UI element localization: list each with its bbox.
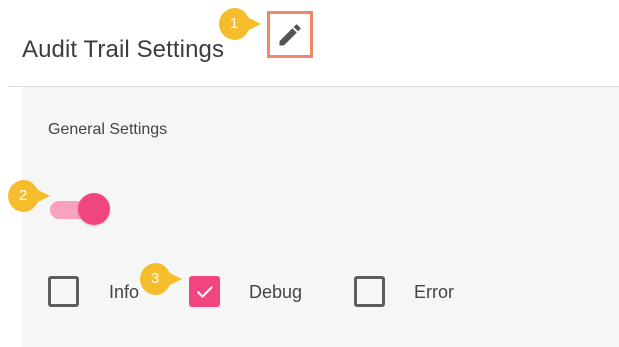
header: Audit Trail Settings (0, 0, 619, 86)
error-label[interactable]: Error (414, 282, 454, 303)
page-title: Audit Trail Settings (22, 36, 225, 63)
callout-marker-1: 1 (218, 7, 262, 41)
callout-marker-3: 3 (139, 262, 183, 296)
callout-number: 3 (150, 270, 160, 287)
info-label[interactable]: Info (109, 282, 139, 303)
section-title: General Settings (48, 121, 168, 138)
debug-label[interactable]: Debug (249, 282, 302, 303)
general-settings-panel: General Settings Info Debug Error (22, 87, 619, 347)
callout-number: 1 (229, 15, 239, 32)
edit-button[interactable] (267, 11, 313, 58)
toggle-thumb (78, 193, 110, 225)
error-checkbox[interactable] (354, 276, 385, 307)
checkmark-icon (196, 285, 213, 298)
pencil-icon (279, 23, 301, 45)
callout-number: 2 (18, 187, 28, 204)
debug-checkbox[interactable] (189, 276, 220, 307)
audit-trail-toggle[interactable] (48, 192, 110, 226)
info-checkbox[interactable] (48, 276, 79, 307)
callout-marker-2: 2 (7, 179, 51, 213)
